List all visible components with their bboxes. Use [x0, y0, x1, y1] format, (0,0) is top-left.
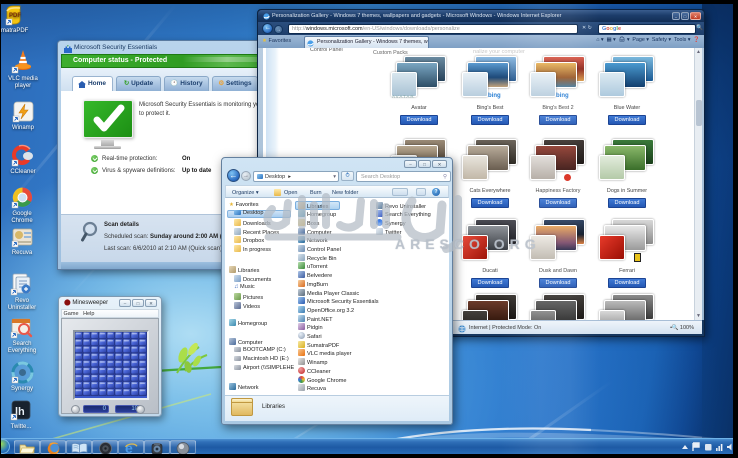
svg-text:e: e [125, 441, 133, 455]
svg-text:PDF: PDF [9, 13, 21, 19]
